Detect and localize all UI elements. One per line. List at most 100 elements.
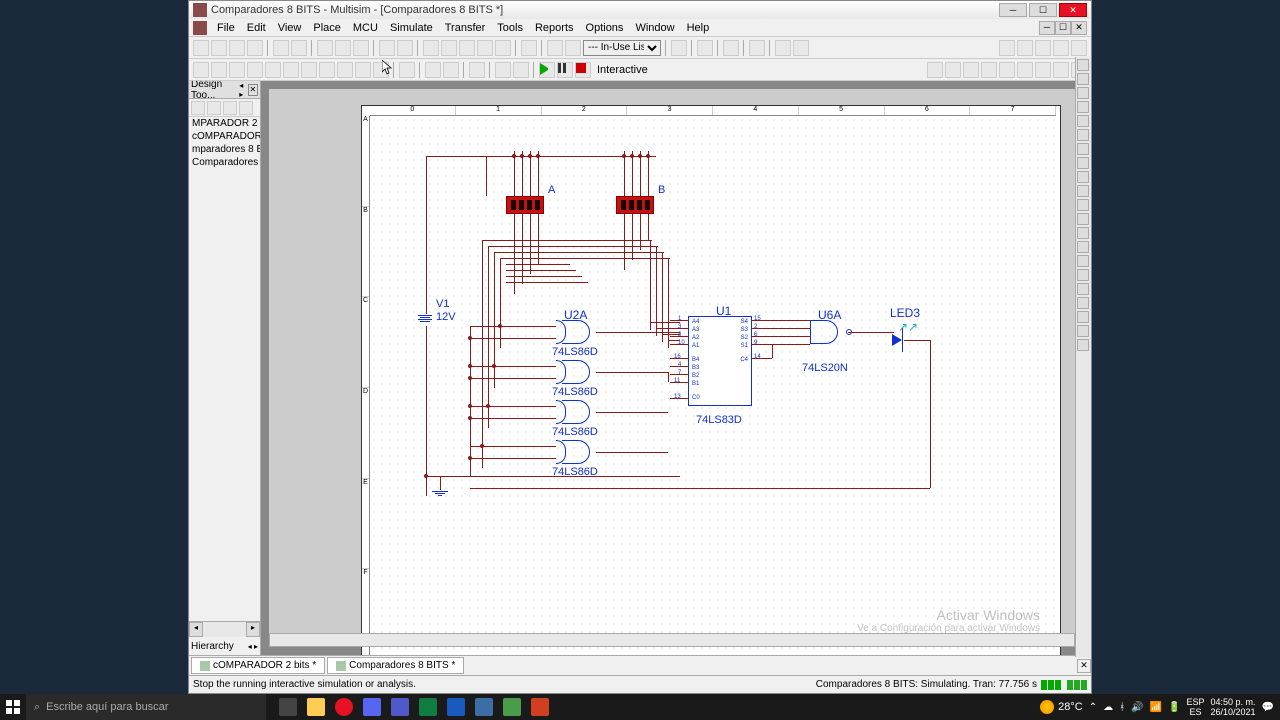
tray-volume-icon[interactable]: 🔊 <box>1131 702 1143 713</box>
zoom-area-button[interactable] <box>1035 40 1051 56</box>
tree-item[interactable]: cOMPARADOR <box>189 130 260 143</box>
minimize-button[interactable]: ─ <box>999 3 1027 17</box>
in-use-list-select[interactable]: --- In-Use List --- <box>583 40 661 56</box>
instr-tool-4[interactable] <box>1077 101 1089 113</box>
mdi-restore-button[interactable]: ☐ <box>1055 21 1071 35</box>
ground-symbol[interactable] <box>432 490 448 497</box>
fullscreen-button[interactable] <box>1071 40 1087 56</box>
tree-item[interactable]: MPARADOR 2 bi <box>189 117 260 130</box>
tray-notifications-icon[interactable]: 💬 <box>1262 702 1274 713</box>
open2-button[interactable] <box>229 40 245 56</box>
instr-tool-14[interactable] <box>1077 241 1089 253</box>
tb-btn-a[interactable] <box>423 40 439 56</box>
search-box[interactable]: ⌕ Escribe aquí para buscar <box>26 694 266 720</box>
comp-btn-17[interactable] <box>513 62 529 78</box>
comp-btn-1[interactable] <box>193 62 209 78</box>
maximize-button[interactable]: ☐ <box>1029 3 1057 17</box>
app-excel[interactable] <box>414 694 442 720</box>
start-button[interactable] <box>0 694 26 720</box>
comp-btn-3[interactable] <box>229 62 245 78</box>
comp-btn-6[interactable] <box>283 62 299 78</box>
run-button[interactable] <box>539 62 555 78</box>
tb-btn-e[interactable] <box>495 40 511 56</box>
menu-tools[interactable]: Tools <box>491 22 529 34</box>
tab-nav-icon[interactable]: ◂ ▸ <box>248 642 258 651</box>
comp-btn-7[interactable] <box>301 62 317 78</box>
instr-tool-19[interactable] <box>1077 311 1089 323</box>
menu-edit[interactable]: Edit <box>241 22 272 34</box>
horizontal-scrollbar[interactable] <box>269 633 1075 647</box>
dip-switch-b[interactable] <box>616 196 654 214</box>
taskview-button[interactable] <box>274 694 302 720</box>
comp-btn-12[interactable] <box>399 62 415 78</box>
instr-tool-20[interactable] <box>1077 325 1089 337</box>
undo-button[interactable] <box>379 40 395 56</box>
led-component[interactable]: ↗↗ <box>892 334 902 346</box>
tray-battery-icon[interactable]: 🔋 <box>1168 702 1180 713</box>
dip-switch-a[interactable] <box>506 196 544 214</box>
xor-gate-1[interactable] <box>556 320 596 344</box>
menu-reports[interactable]: Reports <box>529 22 580 34</box>
instr-btn-6[interactable] <box>1017 62 1033 78</box>
xor-gate-4[interactable] <box>556 440 596 464</box>
menu-mcu[interactable]: MCU <box>347 22 384 34</box>
comp-btn-11[interactable] <box>373 62 389 78</box>
app-opera[interactable] <box>330 694 358 720</box>
panel-close-button[interactable]: ✕ <box>248 84 258 96</box>
stop-button[interactable] <box>575 62 591 78</box>
instr-btn-8[interactable] <box>1053 62 1069 78</box>
zoom-fit-button[interactable] <box>1053 40 1069 56</box>
menu-view[interactable]: View <box>272 22 308 34</box>
clock[interactable]: 04:50 p. m.26/10/2021 <box>1211 697 1256 717</box>
tabs-close-button[interactable]: ✕ <box>1077 659 1091 673</box>
tree-item[interactable]: Comparadores 8 <box>189 156 260 169</box>
save-button[interactable] <box>247 40 263 56</box>
redo-button[interactable] <box>397 40 413 56</box>
paste-button[interactable] <box>353 40 369 56</box>
doc-tab-1[interactable]: cOMPARADOR 2 bits * <box>191 657 325 674</box>
instr-tool-3[interactable] <box>1077 87 1089 99</box>
instr-tool-16[interactable] <box>1077 269 1089 281</box>
scroll-left-button[interactable]: ◂ <box>189 622 203 637</box>
side-tb-4[interactable] <box>239 101 253 115</box>
instr-tool-9[interactable] <box>1077 171 1089 183</box>
hierarchy-tab[interactable]: Hierarchy <box>191 641 234 652</box>
instr-tool-10[interactable] <box>1077 185 1089 197</box>
tb-btn-b[interactable] <box>441 40 457 56</box>
copy-button[interactable] <box>335 40 351 56</box>
scroll-right-button[interactable]: ▸ <box>246 622 260 637</box>
doc-tab-2[interactable]: Comparadores 8 BITS * <box>327 657 464 674</box>
instr-tool-7[interactable] <box>1077 143 1089 155</box>
menu-simulate[interactable]: Simulate <box>384 22 439 34</box>
tray-wifi-icon[interactable]: 📶 <box>1150 702 1162 713</box>
tb-btn-m[interactable] <box>793 40 809 56</box>
design-tree[interactable]: MPARADOR 2 bi cOMPARADOR mparadores 8 BI… <box>189 117 260 621</box>
instr-btn-7[interactable] <box>1035 62 1051 78</box>
language-indicator[interactable]: ESPES <box>1186 697 1204 717</box>
tb-btn-j[interactable] <box>697 40 713 56</box>
side-tb-3[interactable] <box>223 101 237 115</box>
pause-button[interactable] <box>557 62 573 78</box>
panel-pin-icon[interactable]: ◂ ▸ <box>239 81 248 99</box>
comp-btn-13[interactable] <box>425 62 441 78</box>
tb-btn-g[interactable] <box>547 40 563 56</box>
help-button[interactable] <box>775 40 791 56</box>
tb-btn-d[interactable] <box>477 40 493 56</box>
tb-btn-k[interactable] <box>723 40 739 56</box>
comp-btn-10[interactable] <box>355 62 371 78</box>
print-preview-button[interactable] <box>291 40 307 56</box>
instr-btn-4[interactable] <box>981 62 997 78</box>
tray-bluetooth-icon[interactable]: ᚼ <box>1119 702 1125 713</box>
schematic-sheet[interactable]: 01234567 ABCDEF <box>361 105 1061 655</box>
comp-btn-14[interactable] <box>443 62 459 78</box>
comp-btn-15[interactable] <box>469 62 485 78</box>
mdi-minimize-button[interactable]: ─ <box>1039 21 1055 35</box>
mdi-close-button[interactable]: ✕ <box>1071 21 1087 35</box>
side-tb-2[interactable] <box>207 101 221 115</box>
app-discord[interactable] <box>358 694 386 720</box>
voltage-source[interactable] <box>418 314 432 323</box>
app-explorer[interactable] <box>302 694 330 720</box>
tree-item[interactable]: mparadores 8 BI <box>189 143 260 156</box>
print-button[interactable] <box>273 40 289 56</box>
titlebar[interactable]: Comparadores 8 BITS - Multisim - [Compar… <box>189 1 1091 19</box>
